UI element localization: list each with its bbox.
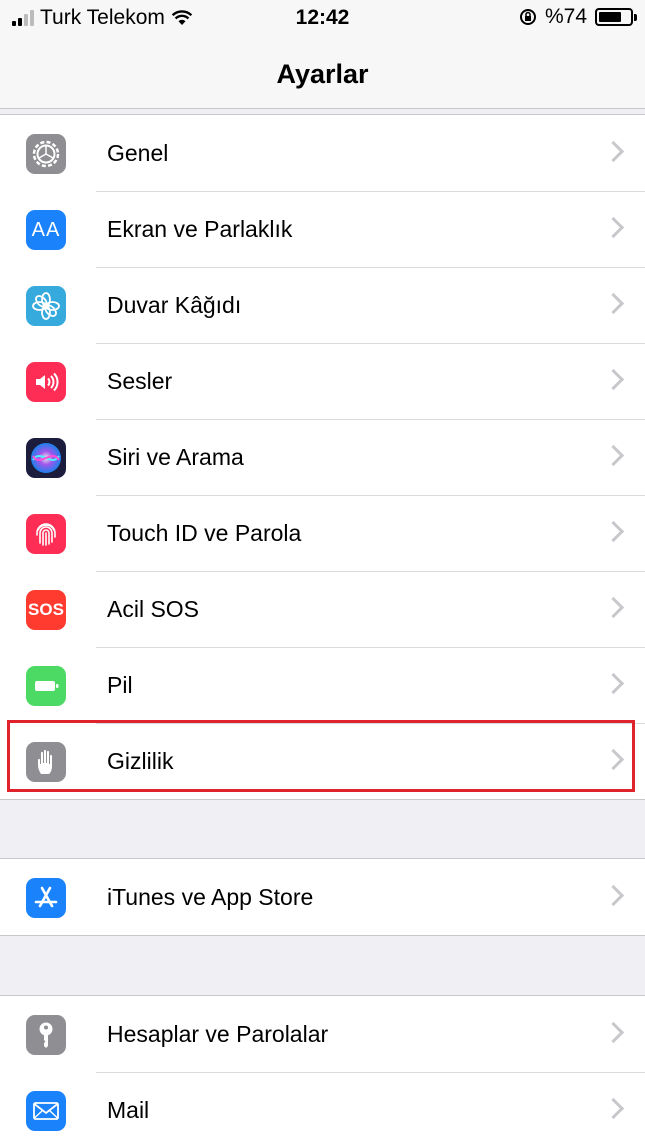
speaker-icon xyxy=(26,362,66,402)
chevron-right-icon xyxy=(602,216,625,239)
flower-icon xyxy=(26,286,66,326)
settings-row-genel[interactable]: Genel xyxy=(0,115,645,191)
battery-fill xyxy=(599,12,622,22)
settings-row-itunes-ve-app-store[interactable]: iTunes ve App Store xyxy=(0,859,645,935)
app-store-icon xyxy=(26,878,66,918)
settings-row-touch-id-ve-parola[interactable]: Touch ID ve Parola xyxy=(0,495,645,571)
chevron-right-icon xyxy=(602,1097,625,1120)
settings-row-gizlilik[interactable]: Gizlilik xyxy=(0,723,645,799)
settings-row-acil-sos[interactable]: SOS Acil SOS xyxy=(0,571,645,647)
settings-row-label: Mail xyxy=(107,1096,150,1123)
settings-row-label: iTunes ve App Store xyxy=(107,883,314,910)
chevron-right-icon xyxy=(602,520,625,543)
settings-group-accounts: Hesaplar ve Parolalar Mail xyxy=(0,995,645,1148)
chevron-right-icon xyxy=(602,596,625,619)
settings-row-label: Siri ve Arama xyxy=(107,443,244,470)
settings-row-hesaplar-ve-parolalar[interactable]: Hesaplar ve Parolalar xyxy=(0,996,645,1072)
battery-icon xyxy=(26,666,66,706)
hand-icon xyxy=(26,742,66,782)
battery-indicator-icon xyxy=(595,8,637,26)
battery-percent: %74 xyxy=(544,5,587,28)
chevron-right-icon xyxy=(602,444,625,467)
mail-icon xyxy=(26,1091,66,1131)
display-aa-icon: AA xyxy=(26,210,66,250)
settings-row-siri-ve-arama[interactable]: Siri ve Arama xyxy=(0,419,645,495)
settings-row-label: Acil SOS xyxy=(107,595,200,622)
chevron-right-icon xyxy=(602,884,625,907)
sos-glyph: SOS xyxy=(28,600,64,619)
sos-icon: SOS xyxy=(26,590,66,630)
rotation-lock-icon xyxy=(519,9,536,25)
settings-row-label: Sesler xyxy=(107,367,173,394)
settings-row-pil[interactable]: Pil xyxy=(0,647,645,723)
key-icon xyxy=(26,1015,66,1055)
chevron-right-icon xyxy=(602,748,625,771)
chevron-right-icon xyxy=(602,140,625,163)
settings-row-label: Ekran ve Parlaklık xyxy=(107,215,293,242)
settings-group-main: Genel AA Ekran ve Parlaklık Duvar Kâğıdı… xyxy=(0,114,645,800)
status-bar: Turk Telekom 12:42 %74 xyxy=(0,0,645,40)
gear-icon xyxy=(26,134,66,174)
settings-row-ekran-ve-parlaklik[interactable]: AA Ekran ve Parlaklık xyxy=(0,191,645,267)
settings-row-label: Touch ID ve Parola xyxy=(107,519,302,546)
chevron-right-icon xyxy=(602,368,625,391)
settings-row-label: Gizlilik xyxy=(107,747,174,774)
settings-row-label: Duvar Kâğıdı xyxy=(107,291,242,318)
settings-row-label: Pil xyxy=(107,671,133,698)
chevron-right-icon xyxy=(602,292,625,315)
settings-row-label: Genel xyxy=(107,139,169,166)
chevron-right-icon xyxy=(602,1021,625,1044)
settings-group-store: iTunes ve App Store xyxy=(0,858,645,936)
page-title: Ayarlar xyxy=(276,59,369,89)
navigation-bar: Ayarlar xyxy=(0,40,645,109)
settings-row-mail[interactable]: Mail xyxy=(0,1072,645,1148)
siri-icon xyxy=(26,438,66,478)
settings-row-label: Hesaplar ve Parolalar xyxy=(107,1020,329,1047)
status-right: %74 xyxy=(519,5,637,29)
settings-row-sesler[interactable]: Sesler xyxy=(0,343,645,419)
settings-row-duvar-kagidi[interactable]: Duvar Kâğıdı xyxy=(0,267,645,343)
fingerprint-icon xyxy=(26,514,66,554)
chevron-right-icon xyxy=(602,672,625,695)
aa-glyph: AA xyxy=(31,218,61,241)
